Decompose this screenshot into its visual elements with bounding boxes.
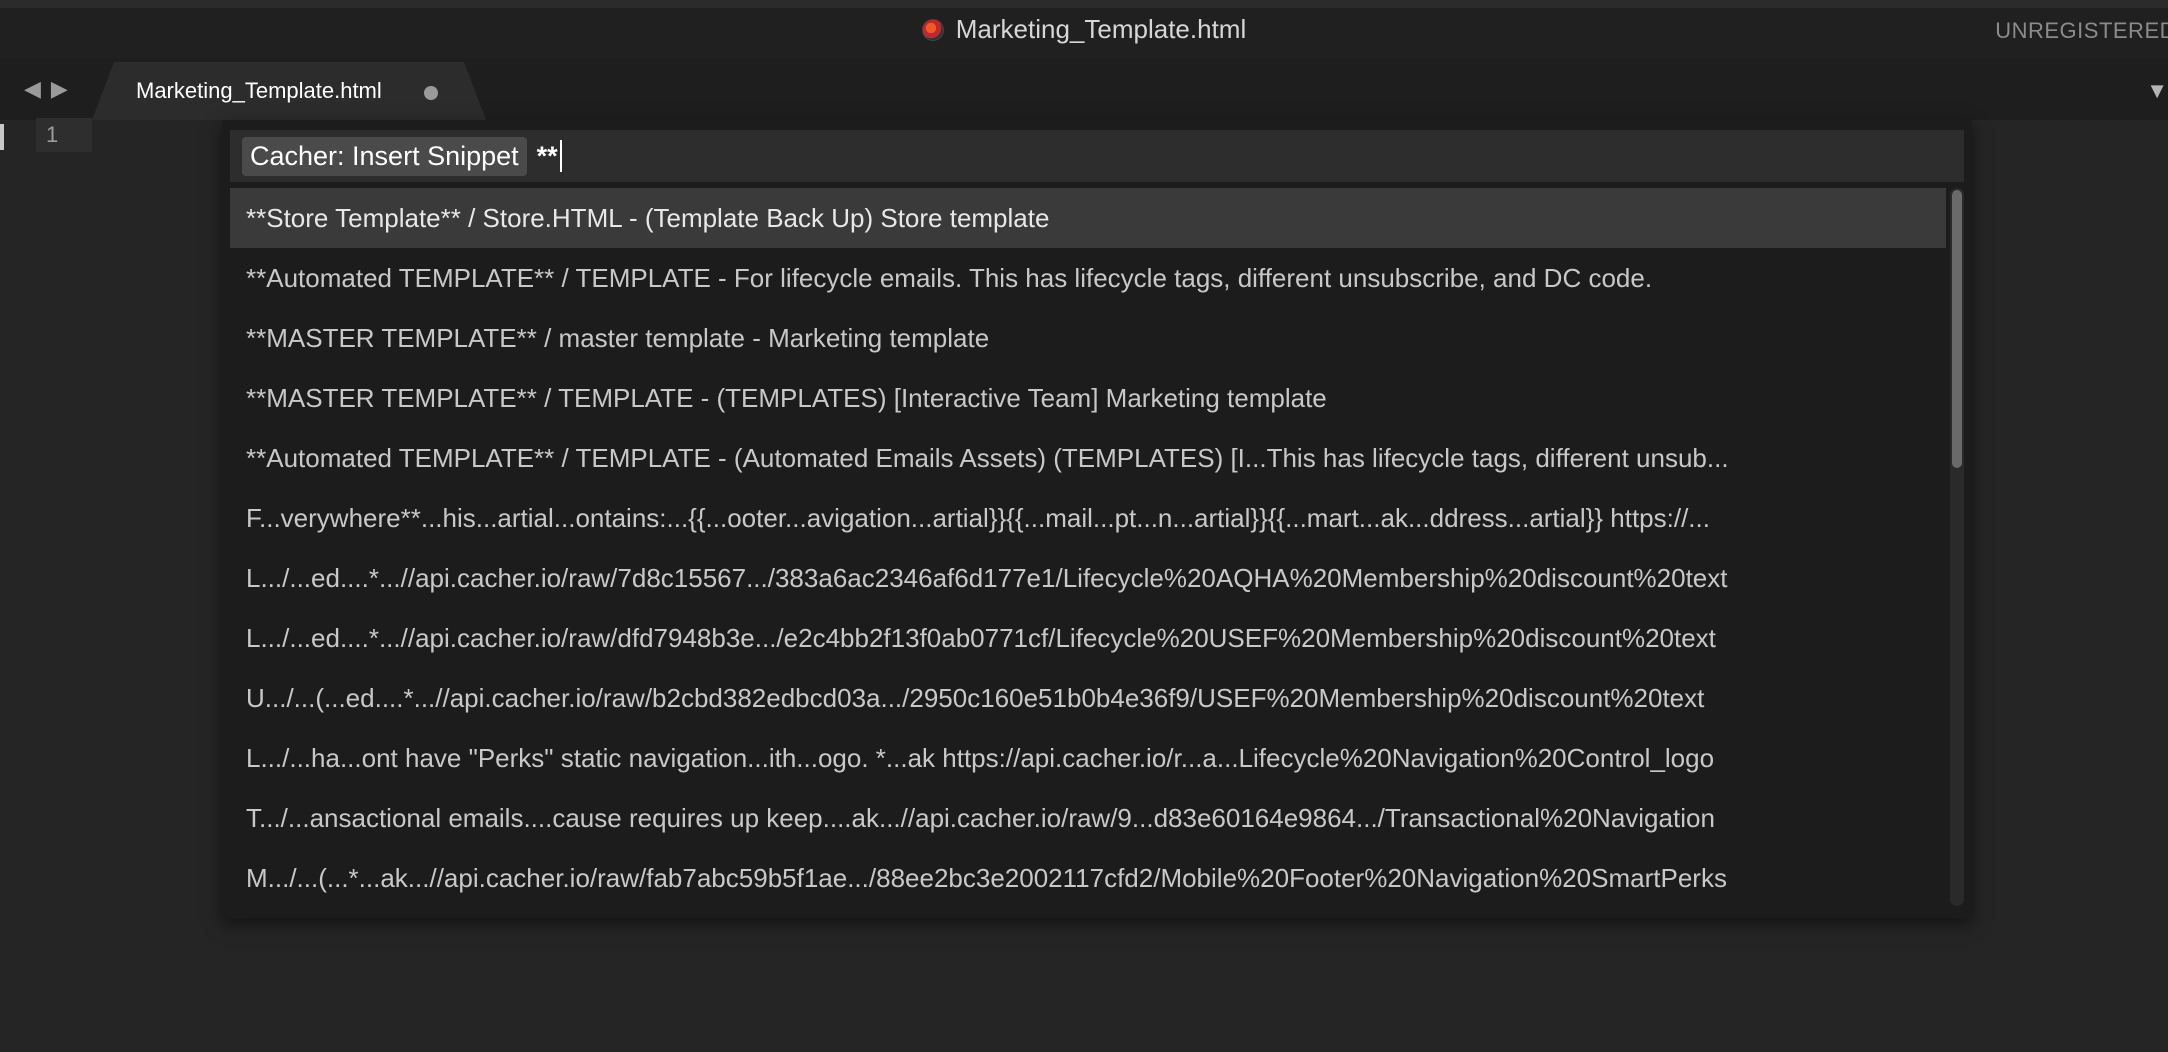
palette-result[interactable]: **MASTER TEMPLATE** / TEMPLATE - (TEMPLA… [230, 368, 1946, 428]
tab-dropdown-icon[interactable]: ▼ [2146, 78, 2168, 104]
palette-result[interactable]: L.../...ed....*...//api.cacher.io/raw/7d… [230, 548, 1946, 608]
window-title-group: Marketing_Template.html [0, 14, 2168, 45]
palette-result[interactable]: U.../...(...ed....*...//api.cacher.io/ra… [230, 668, 1946, 728]
line-number: 1 [36, 118, 92, 152]
palette-result[interactable]: **MASTER TEMPLATE** / master template - … [230, 308, 1946, 368]
tab-navigation: ◀ ▶ [24, 76, 68, 102]
palette-query-text[interactable]: ** [537, 141, 558, 172]
text-caret [559, 140, 562, 172]
palette-command-chip: Cacher: Insert Snippet [242, 136, 527, 176]
unsaved-dot-icon[interactable] [424, 86, 438, 100]
palette-result[interactable]: M.../...(...*...ak...//api.cacher.io/raw… [230, 848, 1946, 908]
palette-input[interactable]: Cacher: Insert Snippet ** [230, 130, 1964, 182]
palette-result[interactable]: **Store Template** / Store.HTML - (Templ… [230, 188, 1946, 248]
back-arrow-icon[interactable]: ◀ [24, 76, 41, 102]
window-title: Marketing_Template.html [955, 14, 1247, 44]
tab-marketing-template[interactable]: Marketing_Template.html [92, 62, 486, 120]
palette-results-list: **Store Template** / Store.HTML - (Templ… [230, 188, 1946, 908]
palette-result[interactable]: **Automated TEMPLATE** / TEMPLATE - (Aut… [230, 428, 1946, 488]
title-bar-strip [0, 0, 2168, 8]
palette-result[interactable]: **Automated TEMPLATE** / TEMPLATE - For … [230, 248, 1946, 308]
gutter-marker [0, 124, 4, 150]
title-bar: Marketing_Template.html UNREGISTERED [0, 0, 2168, 59]
tab-bar: ◀ ▶ Marketing_Template.html ▼ [0, 58, 2168, 120]
file-type-icon [921, 18, 944, 41]
palette-result[interactable]: L.../...ha...ont have "Perks" static nav… [230, 728, 1946, 788]
scrollbar-thumb[interactable] [1952, 190, 1962, 468]
sublime-window: Marketing_Template.html UNREGISTERED ◀ ▶… [0, 0, 2168, 1052]
forward-arrow-icon[interactable]: ▶ [51, 76, 68, 102]
results-scrollbar[interactable] [1950, 188, 1964, 906]
command-palette: Cacher: Insert Snippet ** **Store Templa… [222, 120, 1972, 918]
tab-label: Marketing_Template.html [136, 78, 382, 103]
palette-result[interactable]: F...verywhere**...his...artial...ontains… [230, 488, 1946, 548]
unregistered-label: UNREGISTERED [1995, 18, 2168, 43]
palette-result[interactable]: T.../...ansactional emails....cause requ… [230, 788, 1946, 848]
palette-result[interactable]: L.../...ed....*...//api.cacher.io/raw/df… [230, 608, 1946, 668]
